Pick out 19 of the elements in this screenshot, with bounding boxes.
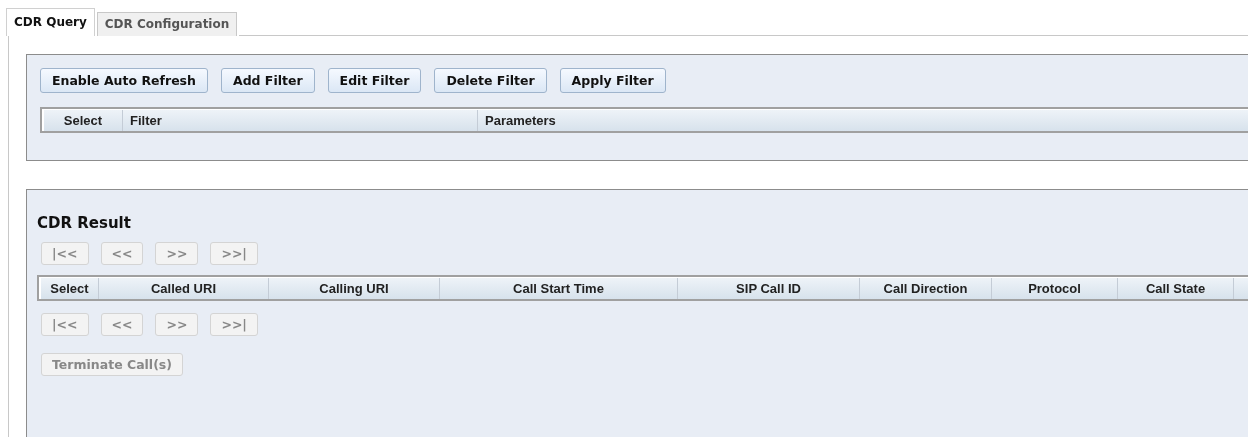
column-header[interactable]: Protocol: [992, 278, 1118, 299]
column-header[interactable]: Filter: [123, 110, 478, 131]
toolbar-button[interactable]: Enable Auto Refresh: [40, 68, 208, 93]
toolbar-button[interactable]: Edit Filter: [327, 68, 422, 93]
column-header[interactable]: Called URI: [99, 278, 269, 299]
toolbar-button[interactable]: Delete Filter: [434, 68, 547, 93]
tab[interactable]: CDR Configuration: [96, 12, 238, 36]
section-title: CDR Result: [37, 214, 132, 232]
column-header[interactable]: Call Start Time: [440, 278, 678, 299]
column-header[interactable]: Select: [44, 110, 123, 131]
column-header[interactable]: Call State: [1118, 278, 1234, 299]
column-header[interactable]: SIP Call ID: [678, 278, 860, 299]
column-header[interactable]: Call Direction: [860, 278, 992, 299]
toolbar-button[interactable]: Apply Filter: [559, 68, 666, 93]
column-header[interactable]: Parameters: [478, 110, 1248, 131]
tab[interactable]: CDR Query: [6, 8, 95, 36]
column-header[interactable]: Calling URI: [269, 278, 440, 299]
toolbar-button[interactable]: Add Filter: [220, 68, 315, 93]
column-header[interactable]: Select: [41, 278, 99, 299]
